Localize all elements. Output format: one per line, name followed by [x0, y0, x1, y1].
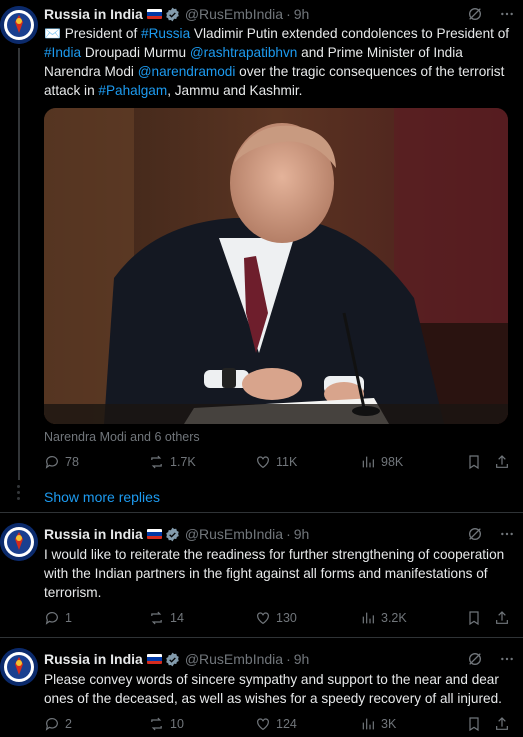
- tagged-users[interactable]: Narendra Modi and 6 others: [44, 430, 200, 444]
- like-icon: [257, 456, 269, 469]
- share-icon[interactable]: [494, 716, 510, 732]
- grok-icon[interactable]: [467, 6, 483, 25]
- thread-line: [18, 48, 20, 480]
- tweet-header: Russia in India @RusEmbIndia · 9h: [44, 526, 310, 542]
- hashtag-link[interactable]: #Pahalgam: [98, 83, 167, 98]
- tweet-2[interactable]: Russia in India @RusEmbIndia · 9h I woul…: [0, 513, 523, 633]
- like-icon: [257, 718, 269, 731]
- account-name[interactable]: Russia in India: [44, 651, 143, 667]
- russia-flag-icon: [146, 9, 162, 19]
- mention-link[interactable]: @rashtrapatibhvn: [190, 45, 298, 60]
- like-icon: [257, 612, 269, 625]
- tweet-3[interactable]: Russia in India @RusEmbIndia · 9h Please…: [0, 638, 523, 737]
- reply-icon: [45, 456, 58, 469]
- thread-dots: [17, 485, 21, 503]
- reply-button[interactable]: 1: [44, 610, 72, 626]
- russia-flag-icon: [146, 529, 162, 539]
- views-icon: [362, 718, 374, 730]
- tweet-actions: 1 14 130 3.2K: [44, 610, 516, 630]
- more-icon[interactable]: [499, 651, 515, 670]
- repost-button[interactable]: 10: [148, 716, 184, 732]
- share-icon[interactable]: [494, 610, 510, 626]
- tweet-actions: 78 1.7K 11K 98K: [44, 454, 516, 474]
- grok-icon[interactable]: [467, 651, 483, 670]
- avatar[interactable]: [0, 648, 38, 686]
- views-icon: [362, 612, 374, 624]
- tweet-1[interactable]: Russia in India @RusEmbIndia · 9h ✉️ Pre…: [0, 0, 523, 480]
- account-handle[interactable]: @RusEmbIndia: [185, 651, 283, 667]
- reply-button[interactable]: 2: [44, 716, 72, 732]
- avatar[interactable]: [0, 6, 38, 44]
- tweet-text: Please convey words of sincere sympathy …: [44, 672, 502, 706]
- account-handle[interactable]: @RusEmbIndia: [185, 6, 283, 22]
- account-name[interactable]: Russia in India: [44, 6, 143, 22]
- repost-icon: [151, 455, 162, 469]
- like-button[interactable]: 11K: [255, 454, 297, 470]
- show-more-replies[interactable]: Show more replies: [44, 489, 160, 505]
- avatar[interactable]: [0, 523, 38, 561]
- tweet-header: Russia in India @RusEmbIndia · 9h: [44, 651, 310, 667]
- views-button[interactable]: 3.2K: [360, 610, 407, 626]
- tweet-header: Russia in India @RusEmbIndia · 9h: [44, 6, 310, 22]
- reply-icon: [45, 718, 58, 731]
- repost-button[interactable]: 1.7K: [148, 454, 196, 470]
- tweet-text: ✉️ President of #Russia Vladimir Putin e…: [44, 26, 510, 98]
- bookmark-icon[interactable]: [466, 454, 482, 470]
- bookmark-icon[interactable]: [466, 716, 482, 732]
- verified-icon: [165, 527, 180, 542]
- account-handle[interactable]: @RusEmbIndia: [185, 526, 283, 542]
- hashtag-link[interactable]: #Russia: [141, 26, 190, 41]
- share-icon[interactable]: [494, 454, 510, 470]
- tweet-photo[interactable]: [44, 108, 508, 424]
- top-actions: [467, 651, 515, 670]
- verified-icon: [165, 7, 180, 22]
- top-actions: [467, 6, 515, 25]
- russia-flag-icon: [146, 654, 162, 664]
- tweet-actions: 2 10 124 3K: [44, 716, 516, 736]
- timestamp[interactable]: 9h: [294, 6, 310, 22]
- like-button[interactable]: 124: [255, 716, 297, 732]
- top-actions: [467, 526, 515, 545]
- bookmark-icon[interactable]: [466, 610, 482, 626]
- verified-icon: [165, 652, 180, 667]
- tweet-text: I would like to reiterate the readiness …: [44, 547, 505, 600]
- hashtag-link[interactable]: #India: [44, 45, 81, 60]
- reply-button[interactable]: 78: [44, 454, 79, 470]
- more-icon[interactable]: [499, 526, 515, 545]
- repost-icon: [151, 717, 162, 731]
- repost-button[interactable]: 14: [148, 610, 184, 626]
- account-name[interactable]: Russia in India: [44, 526, 143, 542]
- grok-icon[interactable]: [467, 526, 483, 545]
- mention-link[interactable]: @narendramodi: [138, 64, 236, 79]
- more-icon[interactable]: [499, 6, 515, 25]
- like-button[interactable]: 130: [255, 610, 297, 626]
- reply-icon: [45, 612, 58, 625]
- timestamp[interactable]: 9h: [294, 651, 310, 667]
- timestamp[interactable]: 9h: [294, 526, 310, 542]
- views-button[interactable]: 98K: [360, 454, 403, 470]
- views-icon: [362, 456, 374, 468]
- views-button[interactable]: 3K: [360, 716, 396, 732]
- repost-icon: [151, 611, 162, 625]
